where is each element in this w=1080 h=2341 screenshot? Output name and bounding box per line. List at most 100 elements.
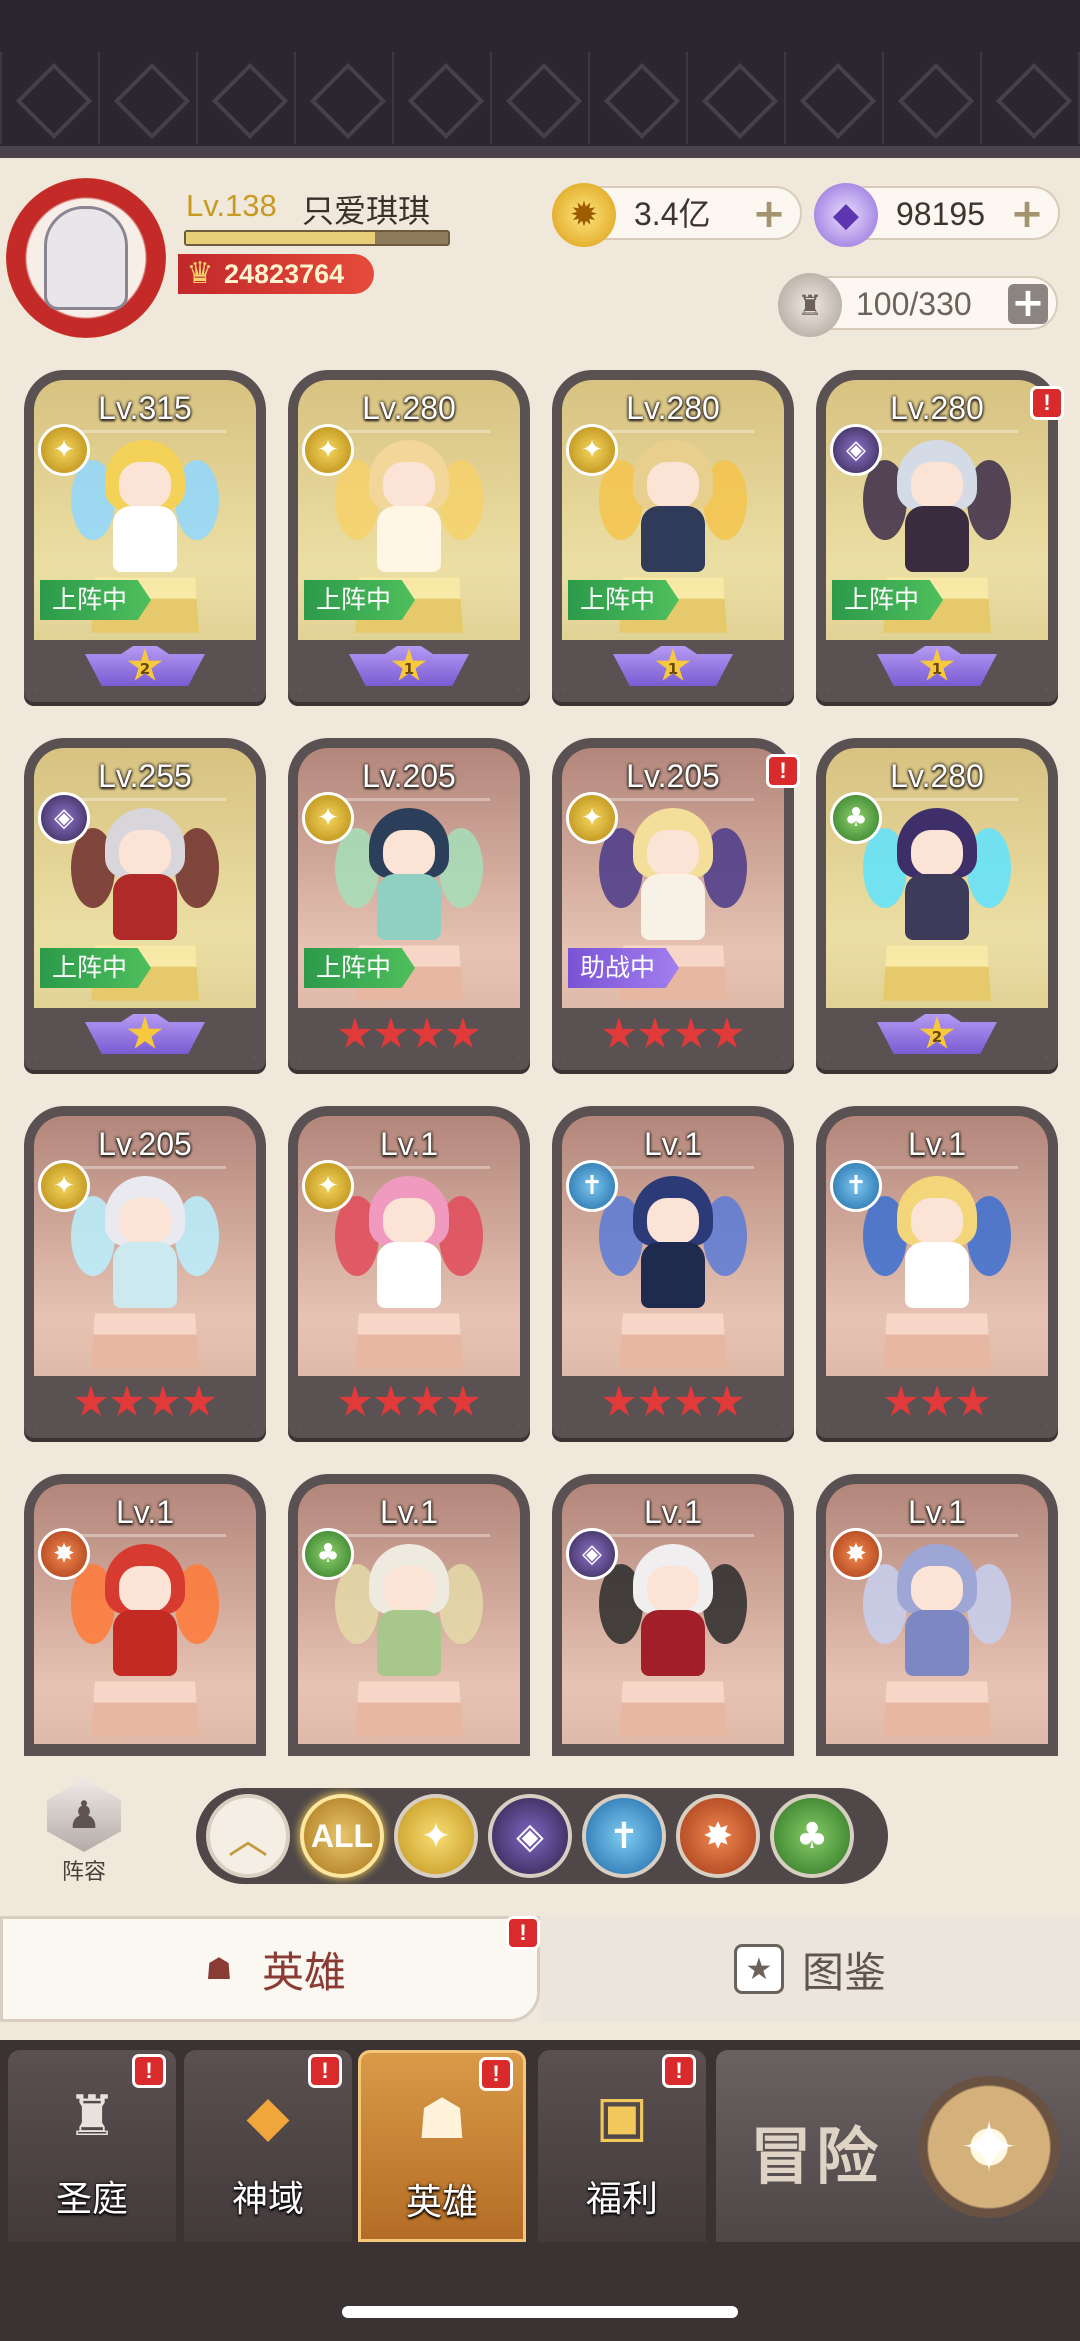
capacity-icon: ♜ <box>778 273 842 337</box>
blue-faction-icon: ✝ <box>566 1160 618 1212</box>
banner-pattern <box>0 52 1080 144</box>
star-icon <box>710 1017 744 1048</box>
nav-sanctum[interactable]: ♜ 圣庭 ! <box>8 2050 176 2242</box>
hero-card[interactable]: Lv.280 ◈ 上阵中 1! <box>816 370 1064 702</box>
hero-card-frame: Lv.315 ✦ 上阵中 2 <box>34 380 256 692</box>
diamond-icon: ◆ <box>814 183 878 247</box>
nav-heroes[interactable]: ☗ 英雄 ! <box>358 2050 526 2242</box>
hero-card-base <box>826 1376 1048 1428</box>
hero-sprite <box>71 1544 219 1694</box>
tree-faction-icon: ♣ <box>302 1528 354 1580</box>
faction-filter-bar: ︿ ALL ✦ ◈ ✝ ✸ ♣ <box>196 1788 888 1884</box>
lineup-button[interactable]: ♟ 阵容 <box>34 1778 134 1888</box>
star-rating <box>602 1385 744 1419</box>
hero-level: Lv.255 <box>34 758 256 801</box>
hero-status-tag: 上阵中 <box>40 580 152 620</box>
nav-welfare[interactable]: ▣ 福利 ! <box>538 2050 706 2242</box>
hero-card-frame: Lv.1 ✝ <box>562 1116 784 1428</box>
hero-card[interactable]: Lv.205 ✦ <box>24 1106 266 1438</box>
hero-level: Lv.205 <box>298 758 520 801</box>
dark-faction-icon: ◈ <box>38 792 90 844</box>
hero-card[interactable]: Lv.205 ✦ 上阵中 <box>288 738 530 1070</box>
tab-codex[interactable]: ★ 图鉴 <box>540 1916 1080 2022</box>
add-gold-button[interactable]: + <box>752 194 786 234</box>
dark-faction-icon[interactable]: ◈ <box>488 1794 572 1878</box>
tree-faction-icon: ♣ <box>830 792 882 844</box>
awaken-badge: 1 <box>349 646 469 686</box>
awaken-star: 2 <box>919 1016 955 1049</box>
hero-card-base: 1 <box>562 640 784 692</box>
hero-card[interactable]: Lv.315 ✦ 上阵中 2 <box>24 370 266 702</box>
star-icon <box>110 1385 144 1416</box>
hero-status-tag: 上阵中 <box>304 580 416 620</box>
player-level: Lv.138 <box>186 188 277 223</box>
hero-card[interactable]: Lv.1 ✦ <box>288 1106 530 1438</box>
star-icon <box>410 1385 444 1416</box>
gold-faction-icon: ✦ <box>38 424 90 476</box>
light-faction-icon[interactable]: ✦ <box>394 1794 478 1878</box>
star-icon <box>182 1385 216 1416</box>
top-banner <box>0 0 1080 158</box>
heroes-alert: ! <box>479 2057 513 2091</box>
gold-faction-icon: ✦ <box>566 792 618 844</box>
hero-level: Lv.280 <box>826 390 1048 433</box>
hero-card[interactable]: Lv.255 ◈ 上阵中 <box>24 738 266 1070</box>
expand-capacity-button[interactable]: + <box>1008 283 1048 324</box>
hero-card-frame: Lv.280 ♣ 2 <box>826 748 1048 1060</box>
hero-card[interactable]: Lv.1 ✝ <box>552 1106 794 1438</box>
hero-card[interactable]: Lv.280 ✦ 上阵中 1 <box>288 370 530 702</box>
hero-level: Lv.1 <box>562 1126 784 1169</box>
gold-faction-icon: ✦ <box>38 1160 90 1212</box>
hero-card-frame: Lv.1 ✝ <box>826 1116 1048 1428</box>
hero-status-tag: 上阵中 <box>40 948 152 988</box>
power-icon: ♛ <box>186 256 214 291</box>
gold-value: 3.4亿 <box>634 196 711 232</box>
gold-faction-icon: ✦ <box>302 792 354 844</box>
tab-heroes-label: 英雄 <box>261 1947 346 1997</box>
hero-card[interactable]: Lv.205 ✦ 助战中! <box>552 738 800 1070</box>
hero-card[interactable]: Lv.280 ♣ 2 <box>816 738 1058 1070</box>
hero-card-base <box>34 1744 256 1756</box>
nav-divine[interactable]: ◆ 神域 ! <box>184 2050 352 2242</box>
collapse-icon[interactable]: ︿ <box>206 1794 290 1878</box>
filter-all-button[interactable]: ALL <box>300 1794 384 1878</box>
hero-card[interactable]: Lv.1 ✝ <box>816 1106 1058 1438</box>
star-icon <box>374 1017 408 1048</box>
castle-icon: ♜ <box>66 2083 118 2149</box>
star-icon <box>674 1385 708 1416</box>
star-icon <box>74 1385 108 1416</box>
hero-card[interactable]: Lv.1 ◈ <box>552 1474 794 1756</box>
hero-card[interactable]: Lv.280 ✦ 上阵中 1 <box>552 370 794 702</box>
hero-status-tag: 上阵中 <box>304 948 416 988</box>
player-avatar[interactable] <box>6 178 166 338</box>
horned-helmet-icon: ☗ <box>416 2086 468 2152</box>
star-icon <box>638 1017 672 1048</box>
hero-card-base <box>34 1376 256 1428</box>
hero-card[interactable]: Lv.1 ✸ <box>816 1474 1058 1756</box>
holy-faction-icon[interactable]: ✝ <box>582 1794 666 1878</box>
home-indicator[interactable] <box>342 2306 738 2318</box>
star-icon <box>638 1385 672 1416</box>
treasure-chest-icon: ▣ <box>595 2083 649 2149</box>
hero-sprite <box>335 808 483 958</box>
adventure-button[interactable]: 冒险 ✦ <box>716 2050 1080 2242</box>
blue-faction-icon: ✝ <box>830 1160 882 1212</box>
hero-card[interactable]: Lv.1 ✸ <box>24 1474 266 1756</box>
hero-card-base: 1 <box>826 640 1048 692</box>
star-icon <box>446 1385 480 1416</box>
bottom-nav: ♜ 圣庭 ! ◆ 神域 ! ☗ 英雄 ! ▣ 福利 ! 冒险 ✦ <box>0 2040 1080 2250</box>
awaken-badge: 1 <box>613 646 733 686</box>
tab-heroes[interactable]: ☗ 英雄 <box>0 1916 540 2022</box>
wild-faction-icon[interactable]: ✸ <box>676 1794 760 1878</box>
dark-faction-icon: ◈ <box>566 1528 618 1580</box>
awaken-star: 2 <box>127 648 163 681</box>
hero-card-frame: Lv.205 ✦ 助战中 <box>562 748 784 1060</box>
add-gems-button[interactable]: + <box>1010 194 1044 234</box>
nature-faction-icon[interactable]: ♣ <box>770 1794 854 1878</box>
star-rating <box>338 1017 480 1051</box>
hero-card-frame: Lv.280 ✦ 上阵中 1 <box>298 380 520 692</box>
hero-card-base <box>826 1744 1048 1756</box>
hero-card[interactable]: Lv.1 ♣ <box>288 1474 530 1756</box>
hero-card-frame: Lv.280 ✦ 上阵中 1 <box>562 380 784 692</box>
codex-star-icon: ★ <box>733 1944 784 1994</box>
